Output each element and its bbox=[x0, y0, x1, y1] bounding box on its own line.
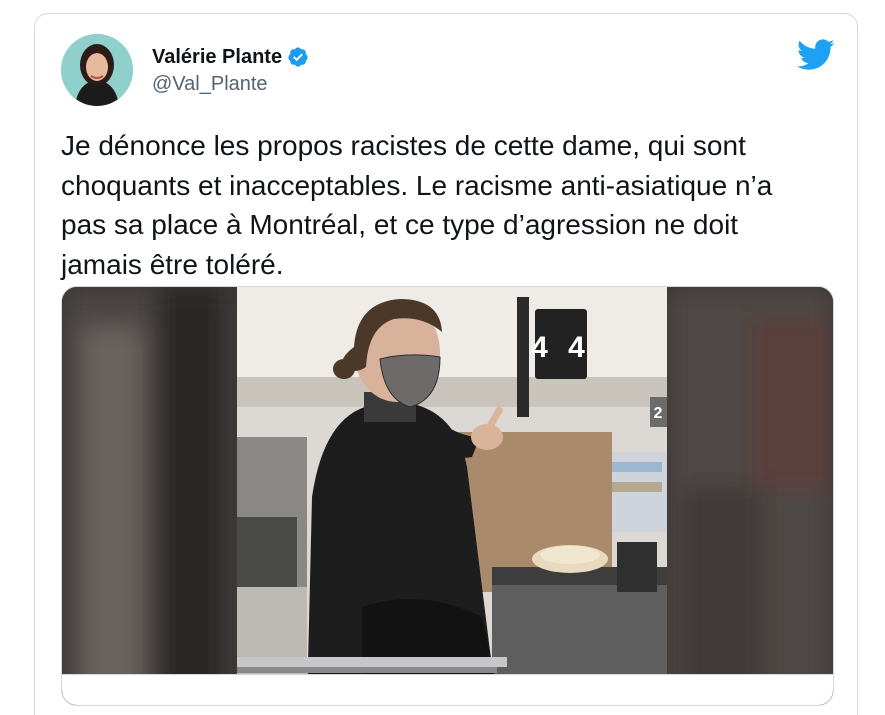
twitter-bird-icon[interactable] bbox=[796, 39, 835, 71]
tweet-text: Je dénonce les propos racistes de cette … bbox=[61, 130, 773, 280]
media-footer bbox=[62, 674, 833, 705]
handle[interactable]: @Val_Plante bbox=[152, 73, 309, 96]
avatar[interactable] bbox=[61, 34, 133, 106]
tweet-header: Valérie Plante @Val_Plante bbox=[61, 34, 835, 110]
author-block[interactable]: Valérie Plante @Val_Plante bbox=[152, 43, 309, 96]
tweet-card[interactable]: Valérie Plante @Val_Plante Je dénonce le… bbox=[34, 13, 858, 715]
checkout-number-sign: 4 4 bbox=[531, 331, 591, 364]
name-row: Valérie Plante bbox=[152, 43, 309, 71]
side-number-sign: 2 bbox=[654, 405, 663, 422]
tweet-media[interactable]: 4 4 2 bbox=[61, 286, 834, 706]
verified-badge-icon bbox=[287, 46, 309, 68]
display-name[interactable]: Valérie Plante bbox=[152, 46, 282, 69]
media-video-frame: 4 4 2 bbox=[62, 287, 833, 705]
